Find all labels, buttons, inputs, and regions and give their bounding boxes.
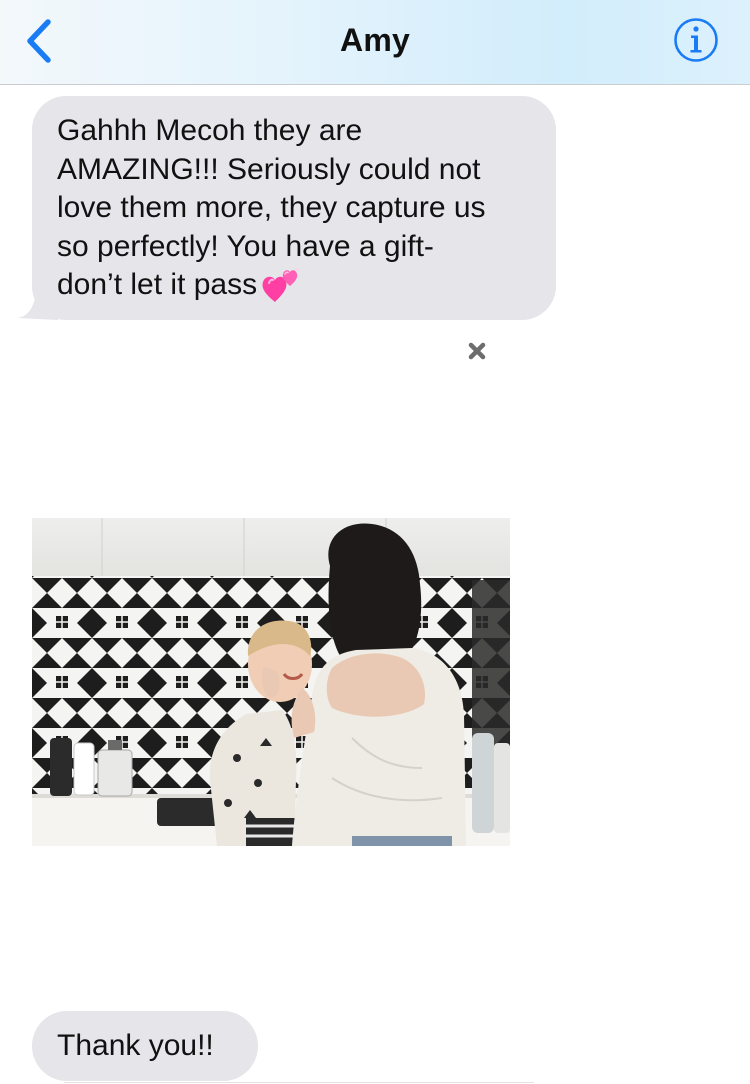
message-line: so perfectly! You have a gift- <box>57 229 434 263</box>
messages-screen: Amy Gahhh Mecoh they are AMAZING!!! Seri… <box>0 0 750 1084</box>
info-button[interactable] <box>672 16 720 64</box>
contact-name[interactable]: Amy <box>0 22 750 59</box>
photo-image <box>32 518 510 846</box>
bubble-tail <box>18 292 58 320</box>
message-bubble-incoming[interactable]: Thank you!! <box>32 1011 258 1081</box>
divider <box>64 1082 534 1083</box>
message-line: Gahhh Mecoh they are <box>57 114 363 147</box>
conversation-header: Amy <box>0 0 750 85</box>
info-icon <box>674 18 718 62</box>
message-line: don’t let it pass <box>57 266 536 305</box>
message-text: Thank you!! <box>57 1029 214 1062</box>
two-hearts-icon <box>262 267 301 302</box>
message-bubble-incoming[interactable]: Gahhh Mecoh they are AMAZING!!! Seriousl… <box>18 96 556 320</box>
message-text: Gahhh Mecoh they are AMAZING!!! Seriousl… <box>57 112 536 305</box>
message-line-text: don’t let it pass <box>57 268 258 301</box>
close-icon[interactable] <box>462 336 492 366</box>
message-line: AMAZING!!! Seriously could not <box>57 152 481 186</box>
photo-attachment[interactable] <box>32 518 510 846</box>
message-line: love them more, they capture us <box>57 191 486 224</box>
